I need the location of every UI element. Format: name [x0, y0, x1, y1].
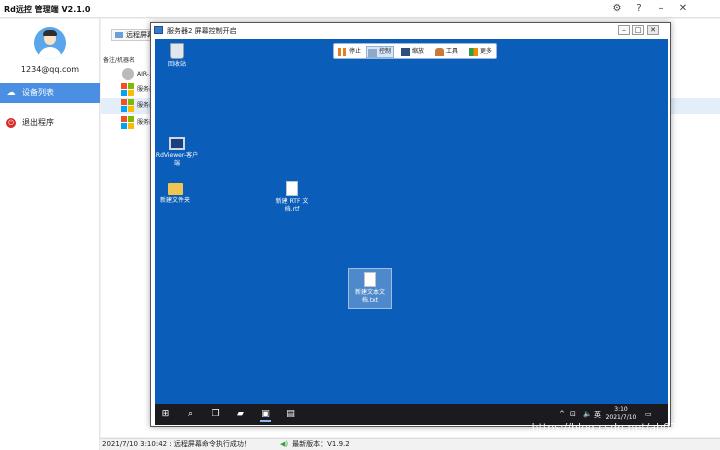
remote-window-titlebar[interactable]: 服务器2 屏幕控制开启 – □ ✕ [151, 23, 670, 37]
sidebar: 1234@qq.com ☁ 设备列表 ⏻ 退出程序 [0, 19, 100, 450]
help-icon[interactable]: ? [632, 2, 646, 16]
network-taskbar-icon[interactable]: ▤ [285, 409, 296, 420]
app-titlebar: Rd远控 管理端 V2.1.0 ⚙ ? – ✕ [0, 0, 720, 18]
windows-start-icon[interactable]: ⊞ [160, 409, 171, 420]
minimize-icon[interactable]: – [654, 2, 668, 16]
zoom-button[interactable]: 缩放 [400, 46, 424, 58]
maximize-button[interactable]: □ [632, 25, 644, 35]
monitor-icon [115, 32, 123, 38]
watermark: https://blog.csdn.net/ab0728388 [531, 421, 712, 434]
file-explorer-icon[interactable]: ▰ [235, 409, 246, 420]
app-title: Rd远控 管理端 V2.1.0 [4, 5, 91, 14]
more-icon [469, 48, 478, 56]
chevron-up-icon[interactable]: ^ [559, 410, 565, 418]
tools-label: 工具 [446, 48, 459, 55]
apple-icon [122, 68, 134, 80]
cloud-icon: ☁ [6, 88, 16, 98]
desktop-icon-folder[interactable]: 新建文件夹 [155, 181, 195, 205]
speaker-icon: ◀) [280, 440, 289, 448]
folder-icon [167, 183, 183, 195]
rtf-document-icon [286, 181, 298, 196]
desktop-icon-rtf-document[interactable]: 新建 RTF 文档.rtf [269, 181, 315, 214]
text-document-icon [364, 272, 376, 287]
desktop-icon-label: RdViewer-客户端 [155, 152, 199, 167]
stop-button[interactable]: 停止 [337, 46, 361, 58]
sidebar-item-label: 设备列表 [22, 88, 54, 97]
taskbar-clock[interactable]: 3:10 2021/7/10 [603, 406, 639, 422]
status-bar: 2021/7/10 3:10:42 : 远程屏幕命令执行成功！ ◀) 最新版本：V… [100, 438, 720, 450]
volume-icon[interactable]: 🔈 [583, 410, 592, 418]
desktop-icon-label: 新建 RTF 文档.rtf [275, 198, 309, 213]
remote-viewer-window[interactable]: 服务器2 屏幕控制开启 – □ ✕ 停止 控制 缩放 工具 更多 回收站 RdV… [150, 22, 671, 427]
desktop-icon-label: 新建文本文档.txt [354, 289, 385, 304]
windows-icon [121, 83, 135, 97]
search-icon[interactable]: ⌕ [185, 409, 196, 420]
status-message: 2021/7/10 3:10:42 : 远程屏幕命令执行成功！ [102, 440, 251, 448]
minimize-button[interactable]: – [618, 25, 630, 35]
power-icon: ⏻ [6, 118, 16, 128]
network-icon[interactable]: ⊡ [570, 410, 576, 418]
more-label: 更多 [480, 48, 493, 55]
desktop-icon-label: 回收站 [167, 61, 186, 68]
remote-window-title: 服务器2 屏幕控制开启 [167, 27, 237, 35]
task-view-icon[interactable]: ❒ [210, 409, 221, 420]
remote-control-toolbar: 停止 控制 缩放 工具 更多 [333, 43, 497, 59]
sidebar-item-devices[interactable]: ☁ 设备列表 [0, 83, 100, 103]
sidebar-item-exit[interactable]: ⏻ 退出程序 [0, 113, 100, 133]
close-icon[interactable]: ✕ [676, 2, 690, 16]
version-info: ◀) 最新版本：V1.9.2 [280, 439, 350, 450]
close-button[interactable]: ✕ [647, 25, 659, 35]
control-label: 控制 [379, 48, 392, 55]
rdviewer-icon [169, 137, 185, 150]
windows-icon [121, 99, 135, 113]
notification-icon[interactable]: ▭ [645, 410, 652, 418]
desktop-icon-recycle-bin[interactable]: 回收站 [157, 43, 197, 69]
windows-icon [121, 116, 135, 130]
remote-desktop[interactable]: 停止 控制 缩放 工具 更多 回收站 RdViewer-客户端 新建文件夹 新建… [155, 39, 668, 425]
gear-icon[interactable]: ⚙ [610, 2, 624, 16]
desktop-icon-rdviewer[interactable]: RdViewer-客户端 [155, 137, 199, 168]
ime-indicator[interactable]: 英 [594, 410, 601, 420]
pause-icon [338, 48, 346, 56]
more-button[interactable]: 更多 [468, 46, 492, 58]
zoom-icon [401, 48, 410, 56]
avatar [34, 27, 66, 59]
control-icon [368, 49, 377, 57]
recycle-bin-icon [170, 43, 184, 59]
column-header-name: 备注/机器名 [103, 57, 136, 64]
tools-button[interactable]: 工具 [434, 46, 458, 58]
desktop-icon-label: 新建文件夹 [159, 197, 190, 204]
sidebar-item-label: 退出程序 [22, 118, 54, 127]
zoom-label: 缩放 [412, 48, 425, 55]
tools-icon [435, 48, 444, 56]
rdviewer-taskbar-icon[interactable]: ▣ [260, 409, 271, 422]
control-button[interactable]: 控制 [366, 46, 395, 58]
version-label: 最新版本：V1.9.2 [292, 440, 350, 448]
desktop-icon-text-document[interactable]: 新建文本文档.txt [348, 268, 392, 309]
user-email: 1234@qq.com [20, 65, 80, 74]
stop-label: 停止 [349, 48, 362, 55]
clock-time: 3:10 [614, 406, 628, 413]
monitor-icon [154, 26, 163, 34]
